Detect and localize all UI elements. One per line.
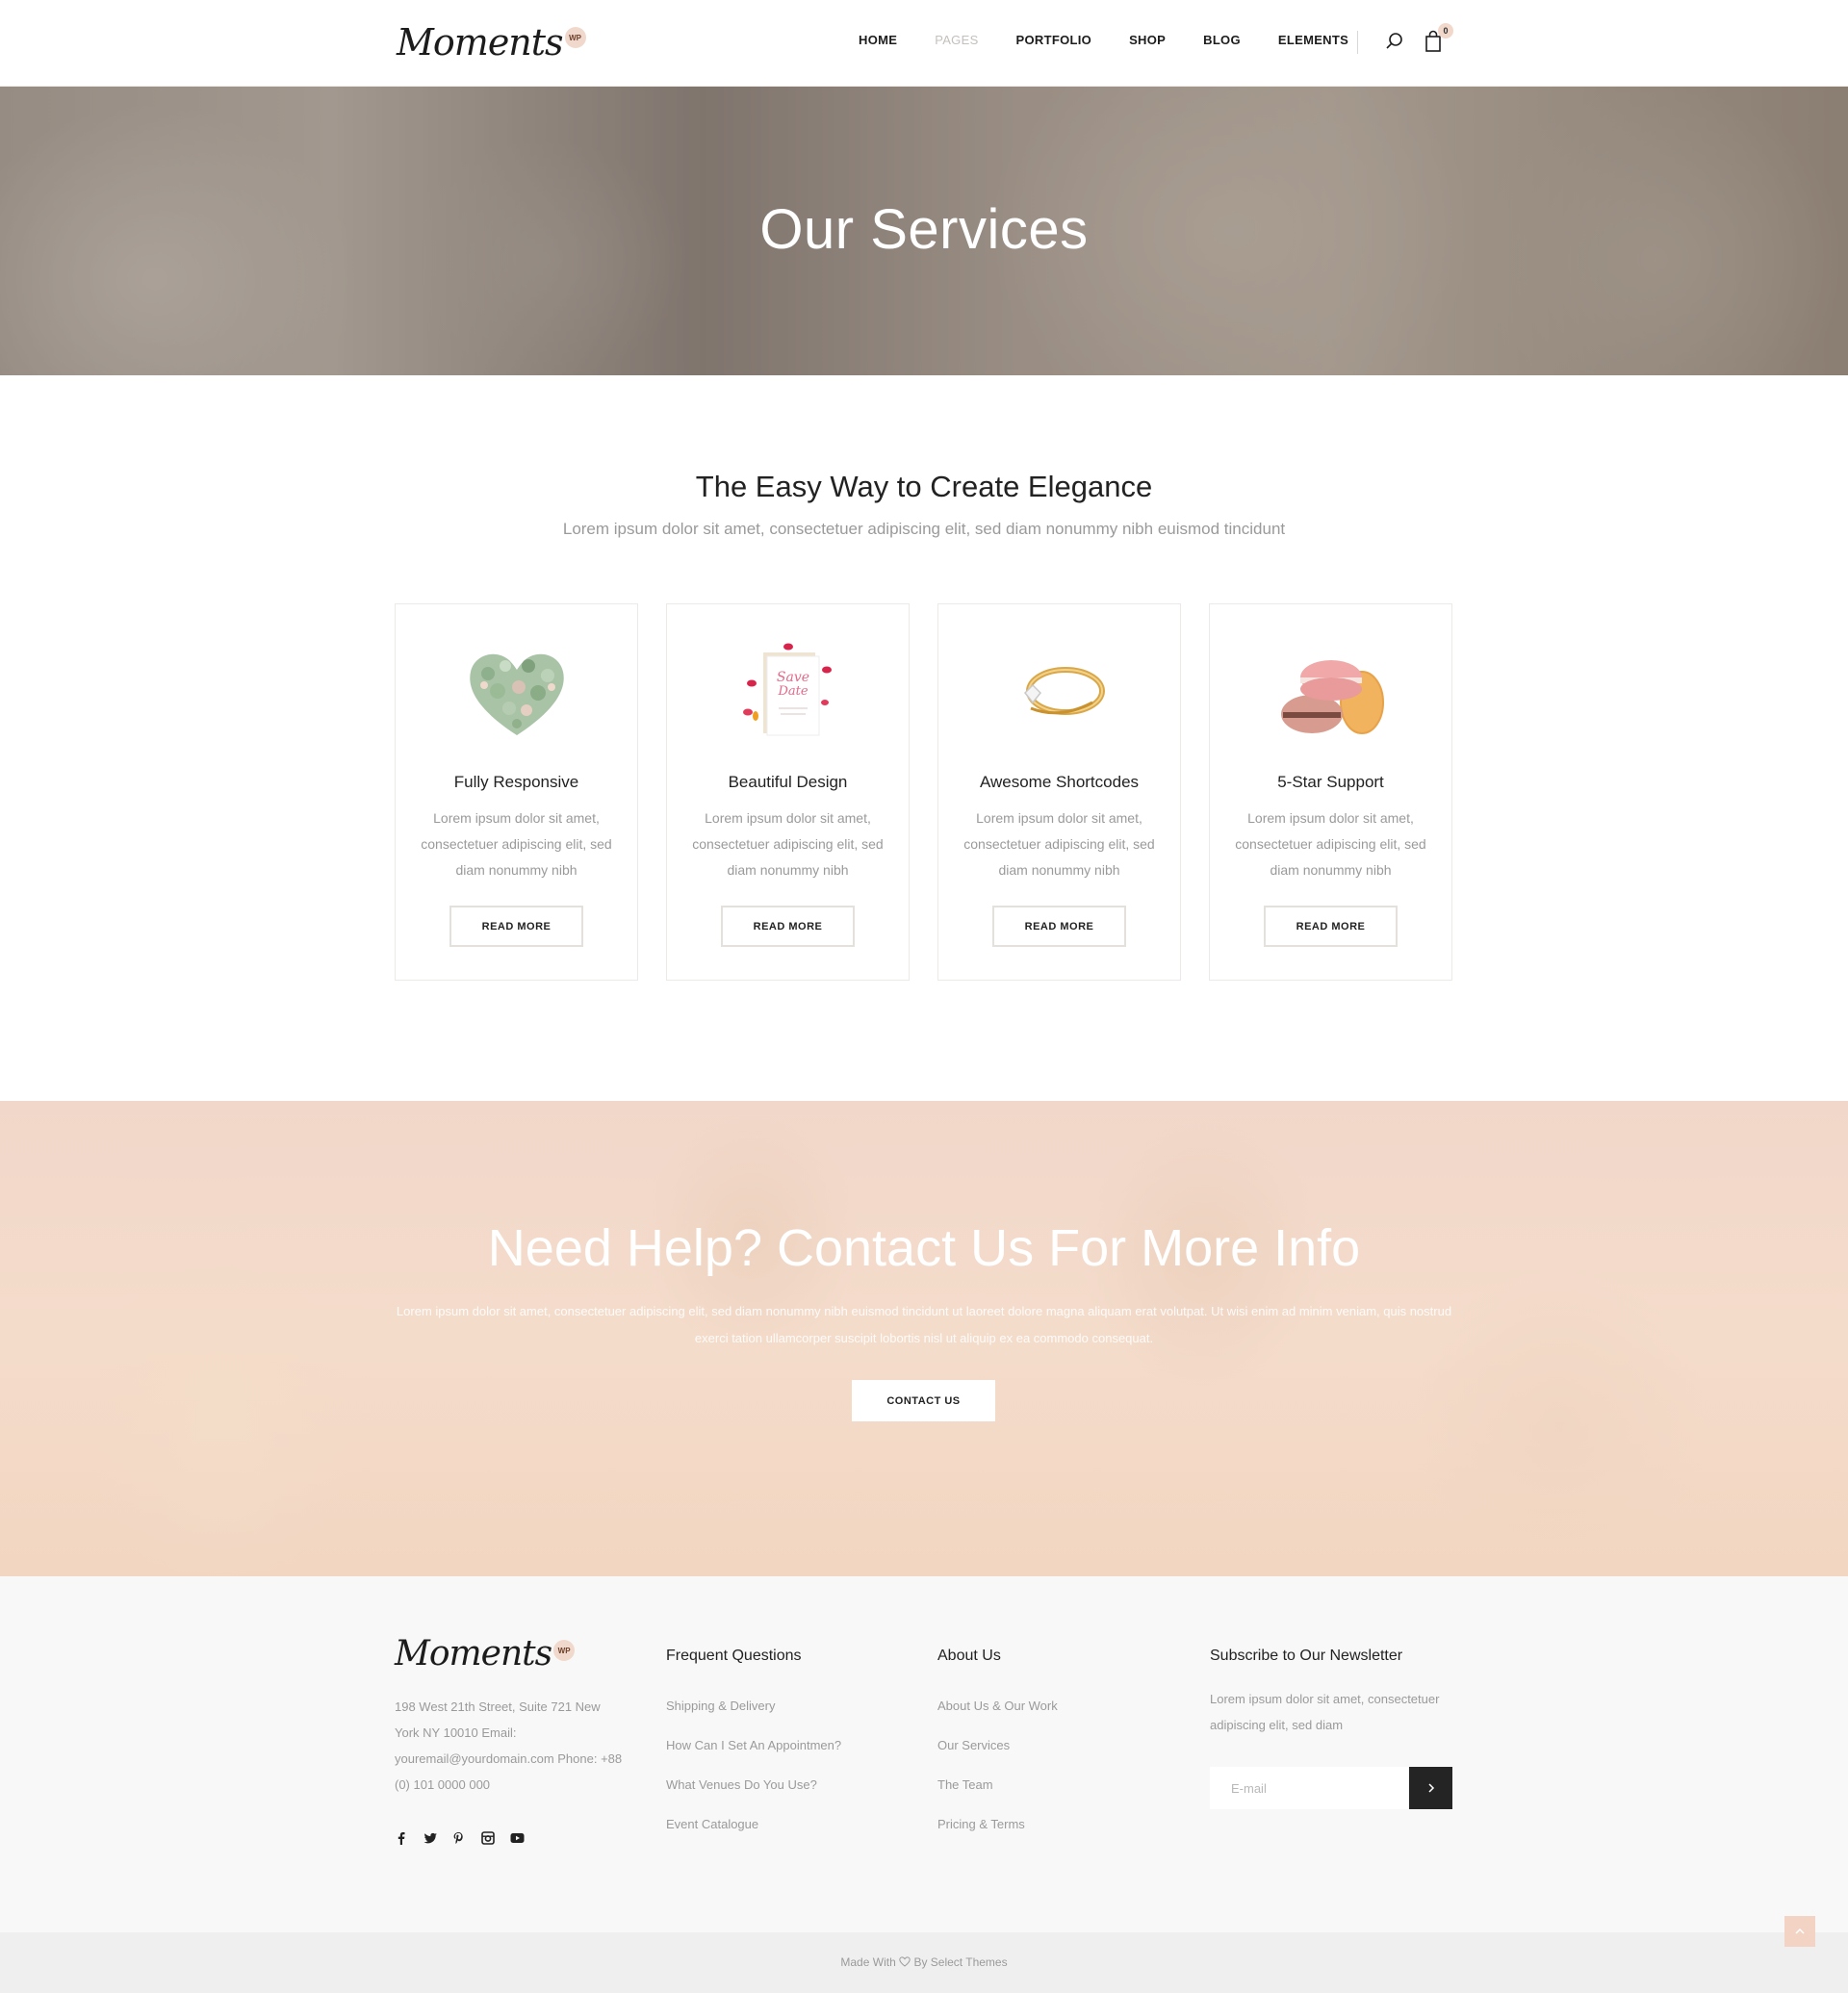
card-text: Lorem ipsum dolor sit amet, consectetuer… — [963, 810, 1155, 878]
footer-address: 198 West 21th Street, Suite 721 New York… — [395, 1699, 623, 1792]
macarons-image — [1281, 660, 1384, 734]
hero-banner: Our Services — [0, 87, 1848, 375]
copyright-text: Made With By Select Themes — [0, 1955, 1848, 1969]
page-title: Our Services — [759, 198, 1089, 261]
service-card: Save Date Beautiful Design Lorem ipsum d… — [666, 603, 910, 981]
copyright-bar: Made With By Select Themes — [0, 1932, 1848, 1993]
footer-logo[interactable]: Moments WP — [395, 1634, 576, 1674]
section-subtitle: Lorem ipsum dolor sit amet, consectetuer… — [562, 520, 1286, 538]
footer-link[interactable]: Shipping & Delivery — [666, 1686, 841, 1725]
subscribe-button[interactable] — [1409, 1767, 1452, 1809]
read-more-button[interactable]: READ MORE — [449, 906, 583, 947]
nav-item-home[interactable]: HOME — [859, 33, 897, 47]
footer-logo-badge: WP — [553, 1640, 576, 1661]
made-with-text: Made With — [840, 1955, 896, 1969]
nav-divider — [1357, 31, 1358, 54]
card-text: Lorem ipsum dolor sit amet, consectetuer… — [1235, 810, 1426, 878]
footer-link[interactable]: Pricing & Terms — [937, 1804, 1058, 1844]
chevron-up-icon — [1795, 1928, 1805, 1934]
nav-item-portfolio[interactable]: PORTFOLIO — [1016, 33, 1092, 47]
instagram-icon[interactable] — [481, 1828, 508, 1848]
card-title: Awesome Shortcodes — [979, 773, 1140, 791]
read-more-button[interactable]: READ MORE — [721, 906, 855, 947]
site-footer: Moments WP 198 West 21th Street, Suite 7… — [0, 1576, 1848, 1932]
save-text: Save — [777, 670, 809, 685]
footer-column-title: Frequent Questions — [666, 1648, 802, 1664]
main-nav: HOME PAGES PORTFOLIO SHOP BLOG ELEMENTS — [859, 33, 1386, 47]
newsletter-title: Subscribe to Our Newsletter — [1210, 1648, 1403, 1664]
card-title: Fully Responsive — [453, 773, 579, 791]
site-logo[interactable]: Moments WP — [397, 21, 586, 64]
nav-item-shop[interactable]: SHOP — [1129, 33, 1166, 47]
cart-count-badge: 0 — [1438, 23, 1453, 38]
twitter-icon[interactable] — [424, 1828, 450, 1848]
facebook-icon[interactable] — [395, 1828, 422, 1848]
pinterest-icon[interactable] — [452, 1828, 479, 1848]
footer-column-about: About Us About Us & Our Work Our Service… — [937, 1648, 1058, 1844]
section-title: The Easy Way to Create Elegance — [695, 470, 1153, 503]
nav-item-elements[interactable]: ELEMENTS — [1278, 33, 1348, 47]
contact-title: Need Help? Contact Us For More Info — [487, 1219, 1361, 1277]
footer-link[interactable]: The Team — [937, 1765, 1058, 1804]
read-more-button[interactable]: READ MORE — [992, 906, 1126, 947]
email-field[interactable] — [1210, 1767, 1409, 1809]
ring-image — [1023, 667, 1105, 715]
date-text: Date — [777, 684, 808, 699]
footer-column-title: About Us — [937, 1648, 1001, 1664]
service-card: 5-Star Support Lorem ipsum dolor sit ame… — [1209, 603, 1452, 981]
newsletter-form — [1210, 1767, 1452, 1809]
contact-us-button[interactable]: CONTACT US — [852, 1380, 995, 1421]
nav-item-blog[interactable]: BLOG — [1203, 33, 1241, 47]
leaf-heart-image — [470, 653, 564, 735]
logo-text: Moments — [397, 21, 564, 64]
footer-link[interactable]: Event Catalogue — [666, 1804, 841, 1844]
footer-link[interactable]: How Can I Set An Appointmen? — [666, 1725, 841, 1765]
social-links — [395, 1828, 539, 1848]
footer-column-faq: Frequent Questions Shipping & Delivery H… — [666, 1648, 841, 1844]
newsletter-text: Lorem ipsum dolor sit amet, consectetuer… — [1210, 1692, 1440, 1732]
chevron-right-icon — [1427, 1783, 1434, 1793]
contact-text: Lorem ipsum dolor sit amet, consectetuer… — [396, 1304, 1452, 1345]
youtube-icon[interactable] — [510, 1828, 537, 1848]
card-text: Lorem ipsum dolor sit amet, consectetuer… — [692, 810, 884, 878]
card-title: Beautiful Design — [728, 773, 848, 791]
footer-logo-text: Moments — [395, 1634, 552, 1674]
contact-banner: Need Help? Contact Us For More Info Lore… — [0, 1101, 1848, 1576]
logo-badge: WP — [564, 27, 586, 48]
footer-link[interactable]: About Us & Our Work — [937, 1686, 1058, 1725]
footer-link[interactable]: Our Services — [937, 1725, 1058, 1765]
nav-item-pages[interactable]: PAGES — [935, 33, 978, 47]
site-header: Moments WP HOME PAGES PORTFOLIO SHOP BLO… — [0, 0, 1848, 87]
read-more-button[interactable]: READ MORE — [1264, 906, 1398, 947]
card-text: Lorem ipsum dolor sit amet, consectetuer… — [421, 810, 612, 878]
by-select-themes-text[interactable]: By Select Themes — [913, 1955, 1007, 1969]
search-icon[interactable] — [1382, 29, 1407, 54]
back-to-top-button[interactable] — [1784, 1916, 1815, 1947]
card-title: 5-Star Support — [1277, 773, 1384, 791]
service-card: Awesome Shortcodes Lorem ipsum dolor sit… — [937, 603, 1181, 981]
service-card: Fully Responsive Lorem ipsum dolor sit a… — [395, 603, 638, 981]
save-the-date-card-image: Save Date — [743, 643, 832, 736]
heart-icon — [899, 1956, 911, 1967]
footer-link[interactable]: What Venues Do You Use? — [666, 1765, 841, 1804]
footer-column-newsletter: Subscribe to Our Newsletter Lorem ipsum … — [1210, 1648, 1460, 1738]
